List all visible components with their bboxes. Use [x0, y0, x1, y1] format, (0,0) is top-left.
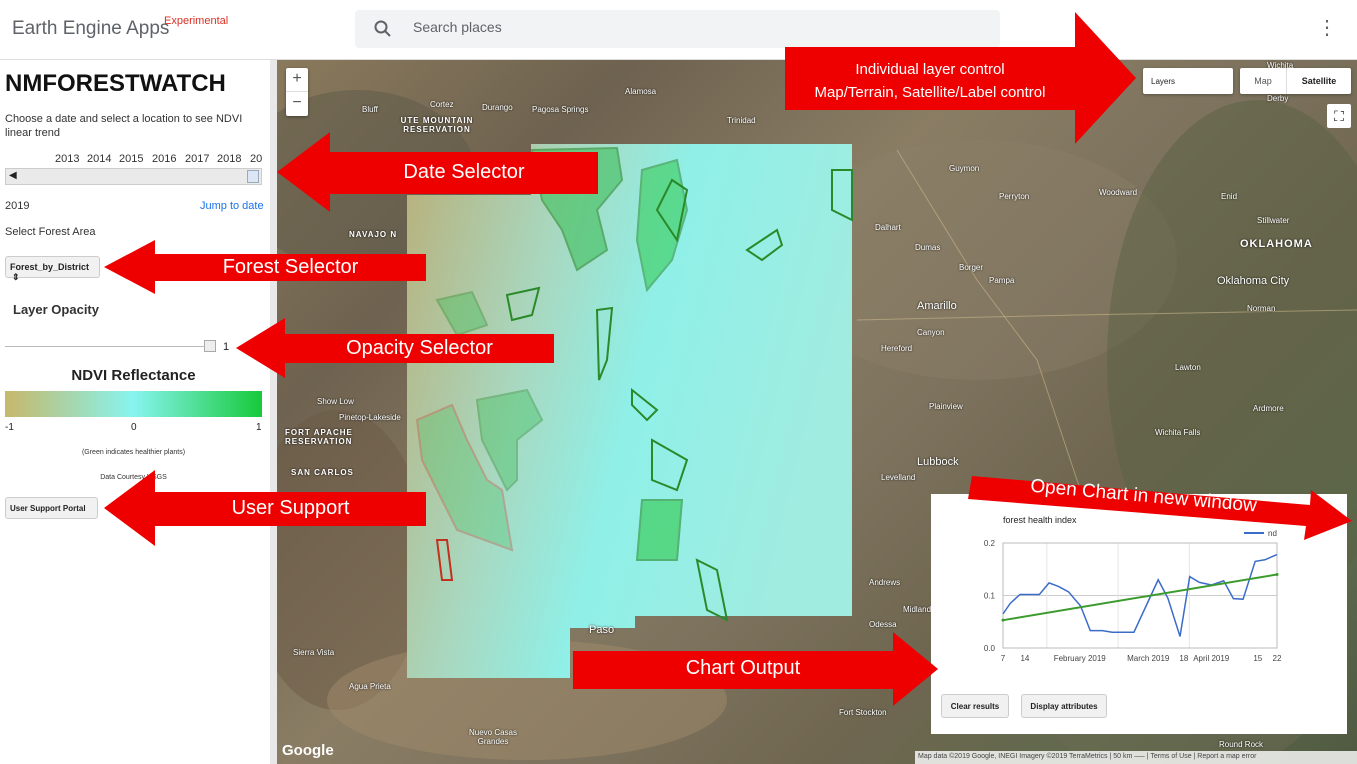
annotation-label: Map/Terrain, Satellite/Label control [814, 84, 1046, 101]
annotation-label: User Support [231, 497, 350, 519]
annotation-label: Individual layer control [855, 61, 1005, 78]
annotation-layer-control: Individual layer control Map/Terrain, Sa… [790, 58, 1070, 104]
annotation-label: Forest Selector [222, 256, 359, 278]
annotation-label: Opacity Selector [346, 337, 493, 359]
annotation-label: Chart Output [685, 657, 801, 679]
annotation-layer [104, 12, 1352, 706]
annotation-label: Date Selector [403, 161, 525, 183]
